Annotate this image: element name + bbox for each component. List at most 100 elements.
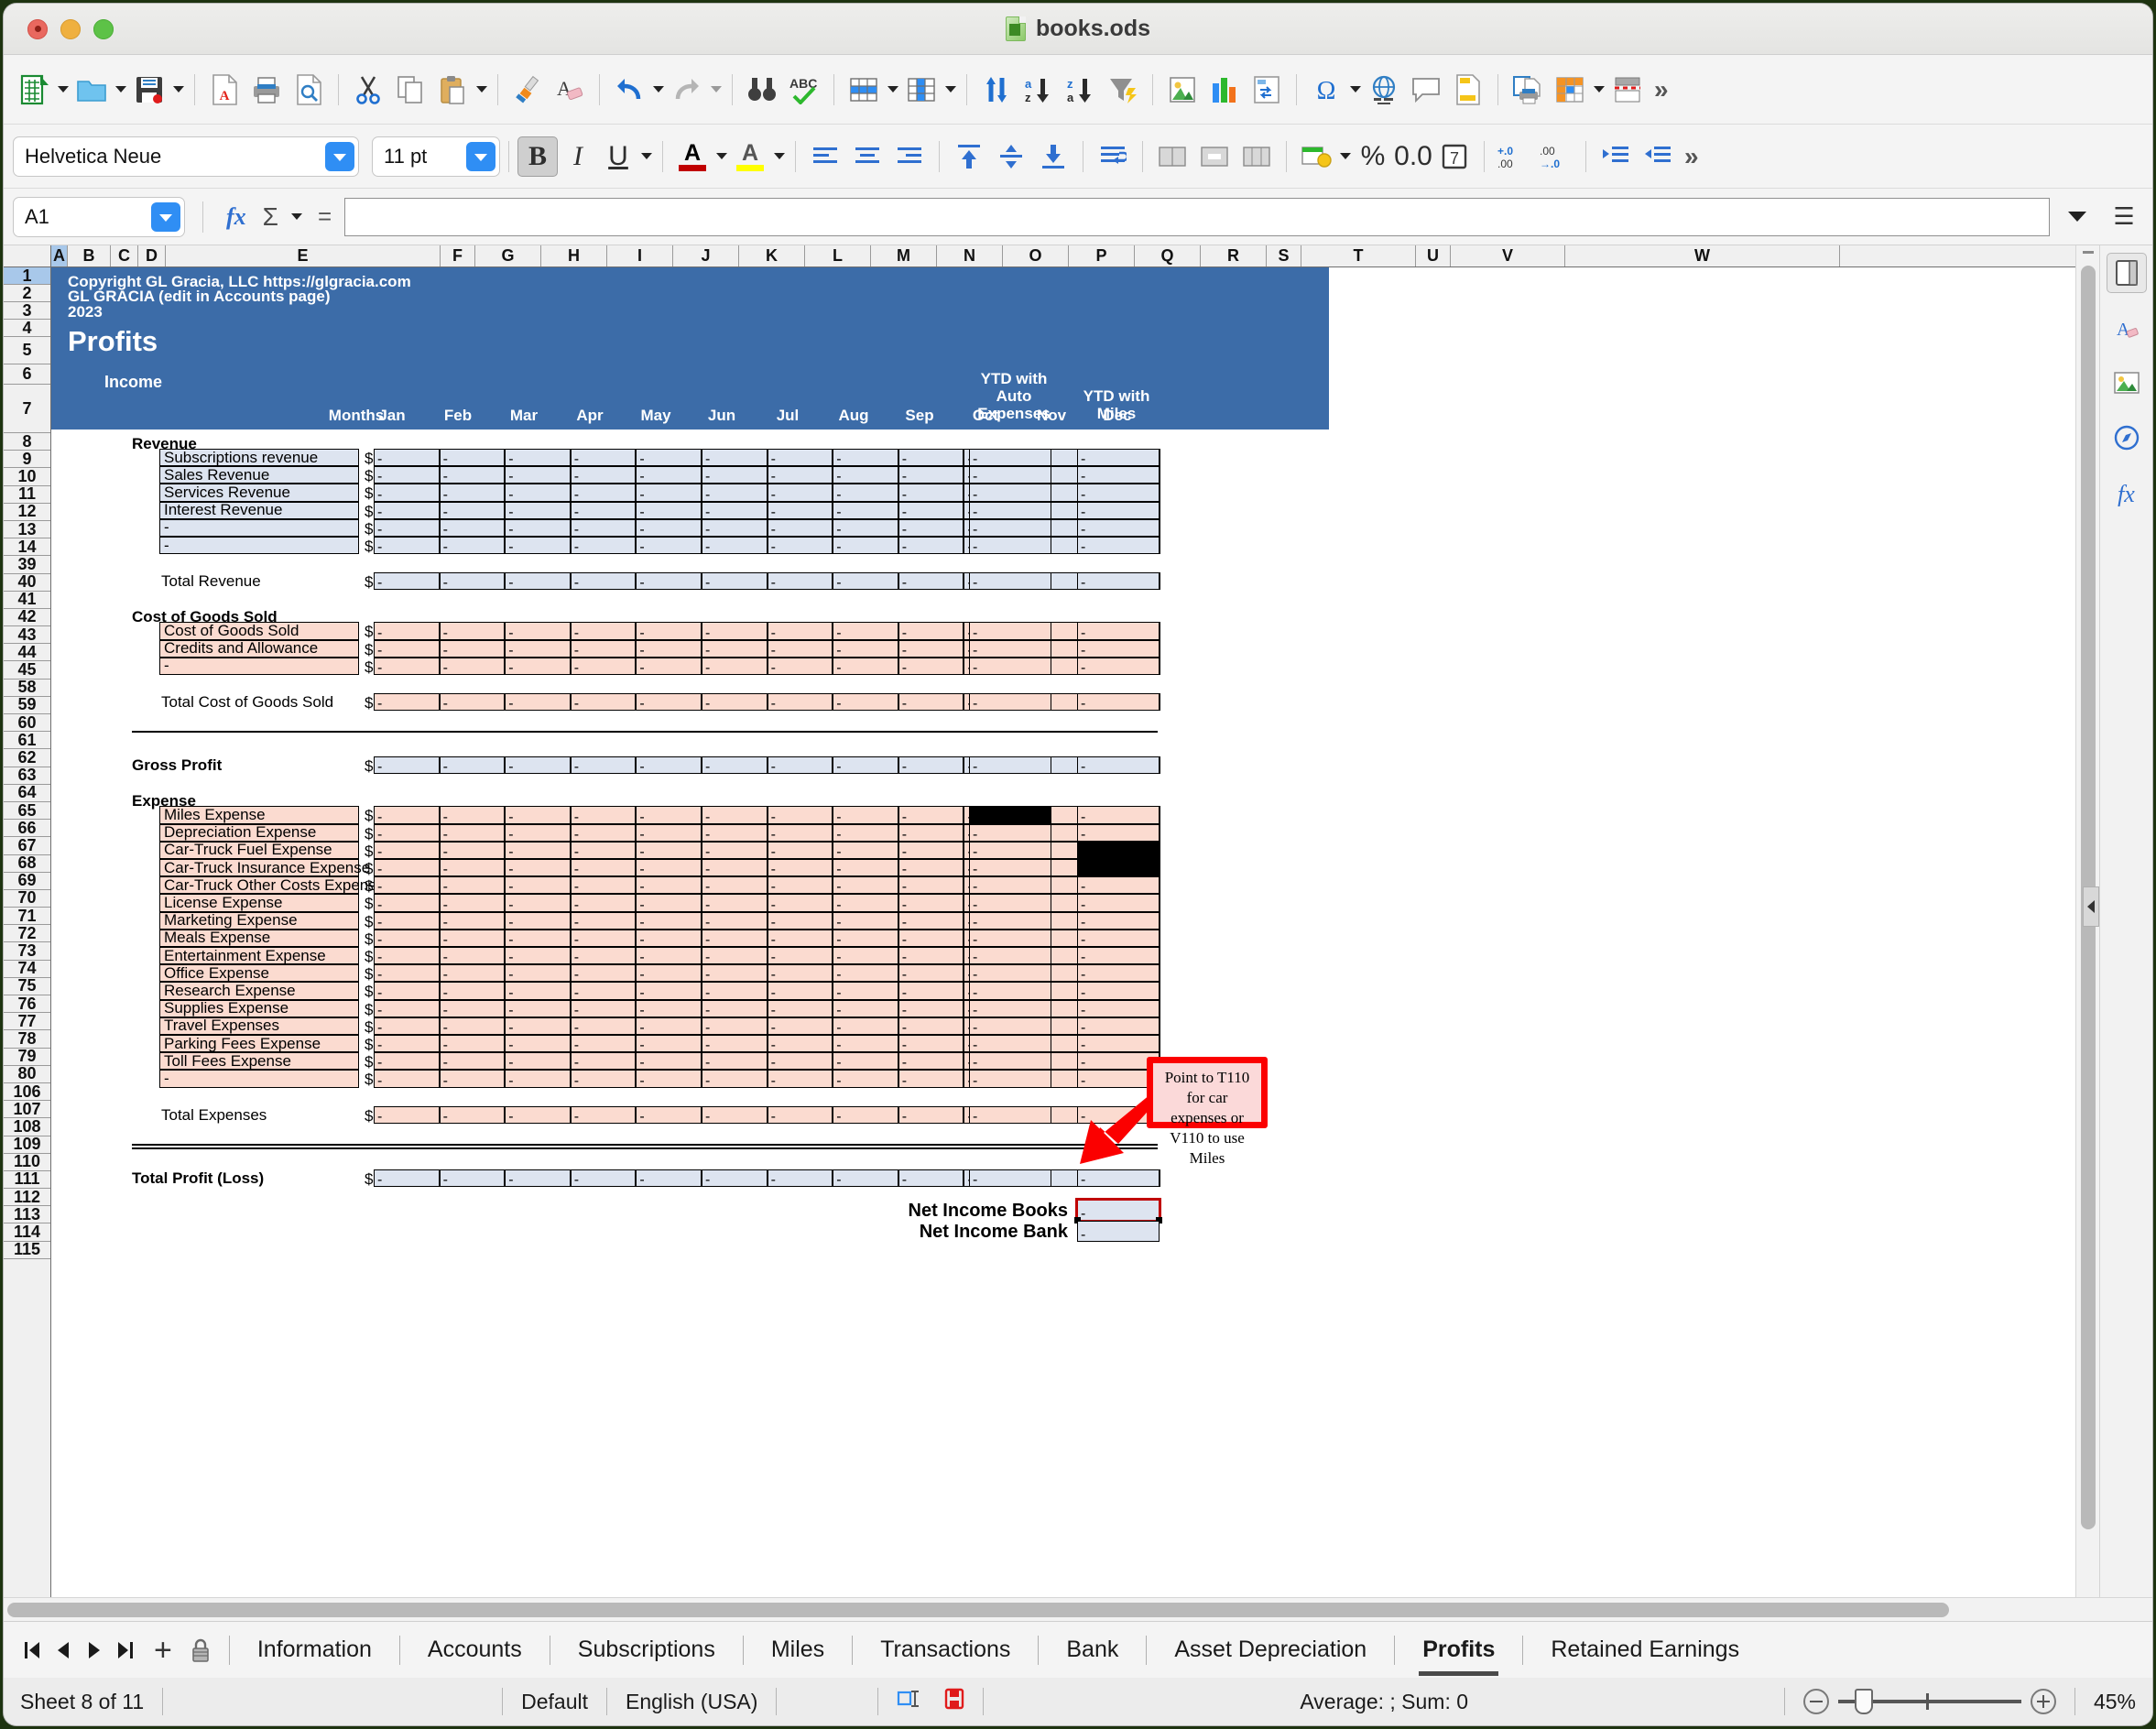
row-header-76[interactable]: 76 [4,995,50,1013]
cell-ytd-auto-row-exp12[interactable]: - [969,1017,1051,1035]
copy-icon[interactable] [389,69,431,111]
cell-month-2-row-rev1[interactable]: - [505,466,571,484]
cell-month-2-row-cogs2[interactable]: - [505,658,571,675]
row-header-3[interactable]: 3 [4,302,50,320]
cell-month-2-row-exp15[interactable]: - [505,1070,571,1087]
cell-month-3-row-exp2[interactable]: - [571,842,637,859]
net-income-bank-cell[interactable]: - [1077,1221,1160,1242]
cell-month-7-row-exp14[interactable]: - [833,1052,898,1070]
cell-ytd-auto-row-cogs0[interactable]: - [969,622,1051,639]
row-header-40[interactable]: 40 [4,574,50,592]
currency-format-dropdown-icon[interactable] [1337,136,1353,177]
cell-month-5-row-totrev[interactable]: - [702,572,768,590]
cell-month-8-row-cogs2[interactable]: - [898,658,964,675]
cell-month-0-row-rev5[interactable]: - [374,537,440,554]
cell-month-3-row-rev2[interactable]: - [571,484,637,501]
expense-label-0[interactable]: Miles Expense [159,806,359,823]
cell-month-6-row-rev1[interactable]: - [768,466,833,484]
cell-ytd-auto-row-exp7[interactable]: - [969,930,1051,947]
cell-ytd-miles-row-exp10[interactable]: - [1077,982,1160,999]
column-header-T[interactable]: T [1301,245,1416,266]
cell-month-2-row-rev0[interactable]: - [505,449,571,466]
cell-month-0-row-cogs0[interactable]: - [374,622,440,639]
row-header-9[interactable]: 9 [4,451,50,468]
cell-month-8-row-exp12[interactable]: - [898,1017,964,1035]
headers-footers-icon[interactable] [1447,69,1489,111]
row-header-115[interactable]: 115 [4,1242,50,1259]
cell-month-1-row-exp1[interactable]: - [440,824,506,842]
cell-ytd-auto-row-gp[interactable]: - [969,756,1051,774]
font-color-dropdown-icon[interactable] [713,136,729,177]
zoom-track[interactable] [1838,1700,2021,1703]
cell-month-1-row-exp8[interactable]: - [440,947,506,964]
cell-month-1-row-totcogs[interactable]: - [440,693,506,711]
column-header-G[interactable]: G [475,245,541,266]
cell-month-8-row-exp7[interactable]: - [898,930,964,947]
sort-icon[interactable] [975,69,1018,111]
align-center-vertically-icon[interactable] [990,136,1032,178]
row-header-12[interactable]: 12 [4,504,50,521]
cell-month-3-row-totrev[interactable]: - [571,572,637,590]
cell-month-2-row-rev3[interactable]: - [505,502,571,519]
cell-month-6-row-rev4[interactable]: - [768,519,833,537]
cell-ytd-miles-row-cogs2[interactable]: - [1077,658,1160,675]
new-document-dropdown-icon[interactable] [55,70,71,110]
sheet-viewport[interactable]: ABCDEFGHIJKLMNOPQRSTUVW 1234567891011121… [4,245,2075,1597]
cell-ytd-miles-row-exp4[interactable]: - [1077,876,1160,894]
cell-month-6-row-exp5[interactable]: - [768,894,833,911]
row-header-112[interactable]: 112 [4,1189,50,1206]
row-header-108[interactable]: 108 [4,1118,50,1136]
column-header-K[interactable]: K [739,245,805,266]
sheet-tab-asset-depreciation[interactable]: Asset Depreciation [1160,1633,1381,1667]
zoom-in-button[interactable] [2031,1689,2056,1714]
column-header-P[interactable]: P [1069,245,1135,266]
cell-month-6-row-exp4[interactable]: - [768,876,833,894]
cell-ytd-auto-row-rev0[interactable]: - [969,449,1051,466]
cell-ytd-auto-row-exp0[interactable] [969,806,1051,823]
cell-month-4-row-exp8[interactable]: - [636,947,702,964]
cell-month-5-row-exp8[interactable]: - [702,947,768,964]
formula-expand-icon[interactable] [2059,212,2096,222]
increase-indent-icon[interactable] [1595,136,1637,178]
sheet-tab-accounts[interactable]: Accounts [413,1633,537,1667]
cogs-label-0[interactable]: Cost of Goods Sold [159,622,359,639]
column-header-E[interactable]: E [166,245,441,266]
horizontal-scrollbar[interactable] [4,1597,2152,1621]
sidebar-gallery-button[interactable] [2107,363,2147,403]
cell-month-3-row-tp[interactable]: - [571,1169,637,1187]
cell-month-4-row-rev4[interactable]: - [636,519,702,537]
cell-month-1-row-exp12[interactable]: - [440,1017,506,1035]
cell-month-4-row-exp14[interactable]: - [636,1052,702,1070]
cell-month-0-row-rev2[interactable]: - [374,484,440,501]
cell-month-3-row-exp9[interactable]: - [571,964,637,982]
cell-month-8-row-exp5[interactable]: - [898,894,964,911]
date-format-icon[interactable]: 7 [1433,136,1475,178]
cell-month-0-row-exp6[interactable]: - [374,912,440,930]
cell-month-6-row-exp6[interactable]: - [768,912,833,930]
cell-month-6-row-cogs0[interactable]: - [768,622,833,639]
cell-ytd-auto-row-cogs1[interactable]: - [969,640,1051,658]
next-sheet-button[interactable] [79,1632,110,1669]
cell-month-7-row-exp13[interactable]: - [833,1035,898,1052]
cell-month-5-row-exp15[interactable]: - [702,1070,768,1087]
cell-month-2-row-exp12[interactable]: - [505,1017,571,1035]
cell-month-7-row-exp0[interactable]: - [833,806,898,823]
merge-cells-icon[interactable] [1151,136,1193,178]
cell-month-5-row-exp7[interactable]: - [702,930,768,947]
cell-month-6-row-rev5[interactable]: - [768,537,833,554]
cell-month-2-row-exp2[interactable]: - [505,842,571,859]
cell-month-3-row-cogs1[interactable]: - [571,640,637,658]
cell-month-4-row-exp5[interactable]: - [636,894,702,911]
cell-month-4-row-exp12[interactable]: - [636,1017,702,1035]
sum-icon[interactable]: Σ [261,202,280,232]
cell-month-1-row-exp9[interactable]: - [440,964,506,982]
cell-month-7-row-totcogs[interactable]: - [833,693,898,711]
cell-month-4-row-cogs1[interactable]: - [636,640,702,658]
cell-month-2-row-tp[interactable]: - [505,1169,571,1187]
page-break-icon[interactable] [1606,69,1649,111]
cell-ytd-auto-row-exp2[interactable]: - [969,842,1051,859]
expense-label-11[interactable]: Supplies Expense [159,1000,359,1017]
sheet-tab-bank[interactable]: Bank [1051,1633,1133,1667]
cell-month-3-row-cogs2[interactable]: - [571,658,637,675]
row-header-61[interactable]: 61 [4,732,50,749]
